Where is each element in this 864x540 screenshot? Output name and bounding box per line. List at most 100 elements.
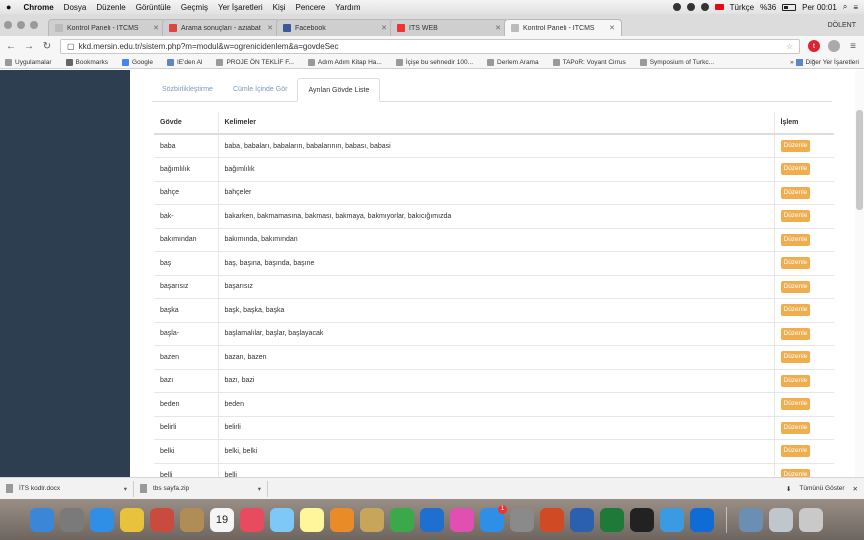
menu-window[interactable]: Pencere: [296, 3, 326, 12]
keynote-like-icon[interactable]: [360, 507, 384, 532]
other-bookmarks[interactable]: » Diğer Yer İşaretleri: [790, 58, 859, 66]
network-icon[interactable]: [660, 507, 684, 532]
chrome-icon[interactable]: [120, 507, 144, 532]
show-all-link[interactable]: Tümünü Göster: [799, 485, 844, 492]
apple-menu-icon[interactable]: ●: [6, 2, 11, 12]
browser-tab[interactable]: Facebook ✕: [276, 19, 394, 36]
messages-icon[interactable]: [270, 507, 294, 532]
sync-icon[interactable]: [686, 3, 695, 11]
notes-icon[interactable]: [180, 507, 204, 532]
bookmark-item[interactable]: Derlem Arama: [487, 58, 539, 66]
edit-button[interactable]: Düzenle: [780, 186, 811, 199]
edit-button[interactable]: Düzenle: [780, 257, 811, 270]
page-info-icon[interactable]: ▢: [67, 42, 75, 51]
tab-ayrilan-govde-liste[interactable]: Ayrılan Gövde Liste: [297, 78, 381, 102]
close-tab-icon[interactable]: ✕: [153, 24, 159, 32]
safari-icon[interactable]: [90, 507, 114, 532]
scrollbar-thumb[interactable]: [856, 110, 863, 210]
edit-button[interactable]: Düzenle: [780, 233, 811, 246]
page-scrollbar[interactable]: [855, 70, 864, 477]
reload-icon[interactable]: ↻: [42, 41, 52, 52]
close-tab-icon[interactable]: ✕: [495, 24, 501, 32]
close-tab-icon[interactable]: ✕: [381, 24, 387, 32]
edit-button[interactable]: Düzenle: [780, 280, 811, 293]
address-bar[interactable]: ▢ kkd.mersin.edu.tr/sistem.php?m=modul&w…: [60, 38, 800, 54]
teamviewer-icon[interactable]: [690, 507, 714, 532]
tab-sozbirliklestirme[interactable]: Sözbirlikleştirme: [152, 78, 223, 102]
menu-help[interactable]: Yardım: [335, 3, 360, 12]
list-icon[interactable]: ≡: [853, 3, 858, 12]
edit-button[interactable]: Düzenle: [780, 374, 811, 387]
word-icon[interactable]: [570, 507, 594, 532]
edit-button[interactable]: Düzenle: [780, 445, 811, 458]
chevron-down-icon[interactable]: ▾: [124, 485, 127, 493]
language-flag-icon[interactable]: [714, 4, 724, 10]
close-tab-icon[interactable]: ✕: [609, 24, 615, 32]
menu-history[interactable]: Geçmiş: [181, 3, 208, 12]
profile-button[interactable]: DÖLENT: [828, 22, 856, 29]
overflow-chevron-icon[interactable]: »: [790, 59, 794, 66]
minimize-window-icon[interactable]: [17, 21, 25, 29]
bookmark-item[interactable]: Bookmarks: [65, 58, 108, 66]
mail-icon[interactable]: [150, 507, 174, 532]
edit-button[interactable]: Düzenle: [780, 327, 811, 340]
excel-icon[interactable]: [600, 507, 624, 532]
bookmark-item[interactable]: PROJE ÖN TEKLİF F...: [216, 58, 294, 66]
edit-button[interactable]: Düzenle: [780, 398, 811, 411]
status-icon[interactable]: [672, 3, 681, 11]
chrome-menu-icon[interactable]: ≡: [848, 41, 858, 52]
bookmark-item[interactable]: Symposium of Turkc...: [639, 58, 714, 66]
close-tab-icon[interactable]: ✕: [267, 24, 273, 32]
app-menu[interactable]: Chrome: [23, 3, 53, 12]
calendar-icon[interactable]: 19: [210, 507, 234, 532]
photos-icon[interactable]: [240, 507, 264, 532]
forward-icon[interactable]: →: [24, 41, 34, 52]
finder2-icon[interactable]: [769, 507, 793, 532]
preview-icon[interactable]: [739, 507, 763, 532]
clock[interactable]: Per 00:01: [802, 3, 837, 12]
terminal-icon[interactable]: [630, 507, 654, 532]
menu-bookmarks[interactable]: Yer İşaretleri: [218, 3, 263, 12]
extension-gray-icon[interactable]: [828, 40, 840, 52]
bookmark-item[interactable]: TAPoR: Voyant Cirrus: [552, 58, 626, 66]
bookmark-item[interactable]: Google: [122, 58, 153, 66]
download-item[interactable]: tbs sayfa.zip ▾: [140, 480, 268, 497]
numbers-icon[interactable]: [390, 507, 414, 532]
menu-edit[interactable]: Düzenle: [96, 3, 125, 12]
url-text[interactable]: kkd.mersin.edu.tr/sistem.php?m=modul&w=o…: [79, 42, 339, 51]
download-item[interactable]: İTS kodlr.docx ▾: [6, 480, 134, 497]
edit-button[interactable]: Düzenle: [780, 140, 811, 152]
stickies-icon[interactable]: [300, 507, 324, 532]
menu-people[interactable]: Kişi: [273, 3, 286, 12]
bookmark-item[interactable]: Adım Adım Kitap Ha...: [307, 58, 382, 66]
browser-tab[interactable]: Arama sonuçları - aziabat ✕: [162, 19, 280, 36]
input-language[interactable]: Türkçe: [730, 3, 754, 12]
browser-tab-active[interactable]: Kontrol Paneli - İTCMS ✕: [504, 19, 622, 36]
keynote-icon[interactable]: [420, 507, 444, 532]
finder-icon[interactable]: [30, 507, 54, 532]
battery-percent[interactable]: %36: [760, 3, 776, 12]
appstore-icon[interactable]: 1: [480, 504, 507, 532]
tab-cumle-icinde-gor[interactable]: Cümle İçinde Gör: [223, 78, 297, 102]
extension-icon[interactable]: t: [808, 40, 820, 52]
menu-file[interactable]: Dosya: [64, 3, 87, 12]
edit-button[interactable]: Düzenle: [780, 351, 811, 364]
bookmark-star-icon[interactable]: ☆: [786, 42, 793, 51]
edit-button[interactable]: Düzenle: [780, 304, 811, 317]
edit-button[interactable]: Düzenle: [780, 163, 811, 176]
browser-tab[interactable]: Kontrol Paneli - İTCMS ✕: [48, 19, 166, 36]
settings-icon[interactable]: [510, 507, 534, 532]
launchpad-icon[interactable]: [60, 507, 84, 532]
trash-icon[interactable]: [799, 507, 823, 532]
bookmark-apps[interactable]: Uygulamalar: [5, 58, 52, 66]
bookmark-item[interactable]: IE'den Al: [166, 58, 202, 66]
zoom-window-icon[interactable]: [30, 21, 38, 29]
browser-tab[interactable]: İTS WEB ✕: [390, 19, 508, 36]
close-shelf-icon[interactable]: ✕: [853, 485, 858, 493]
close-window-icon[interactable]: [4, 21, 12, 29]
search-icon[interactable]: ⌕: [843, 2, 847, 12]
wifi-icon[interactable]: [700, 3, 709, 11]
itunes-icon[interactable]: [450, 507, 474, 532]
menu-view[interactable]: Görüntüle: [136, 3, 171, 12]
chevron-down-icon[interactable]: ▾: [258, 485, 261, 493]
